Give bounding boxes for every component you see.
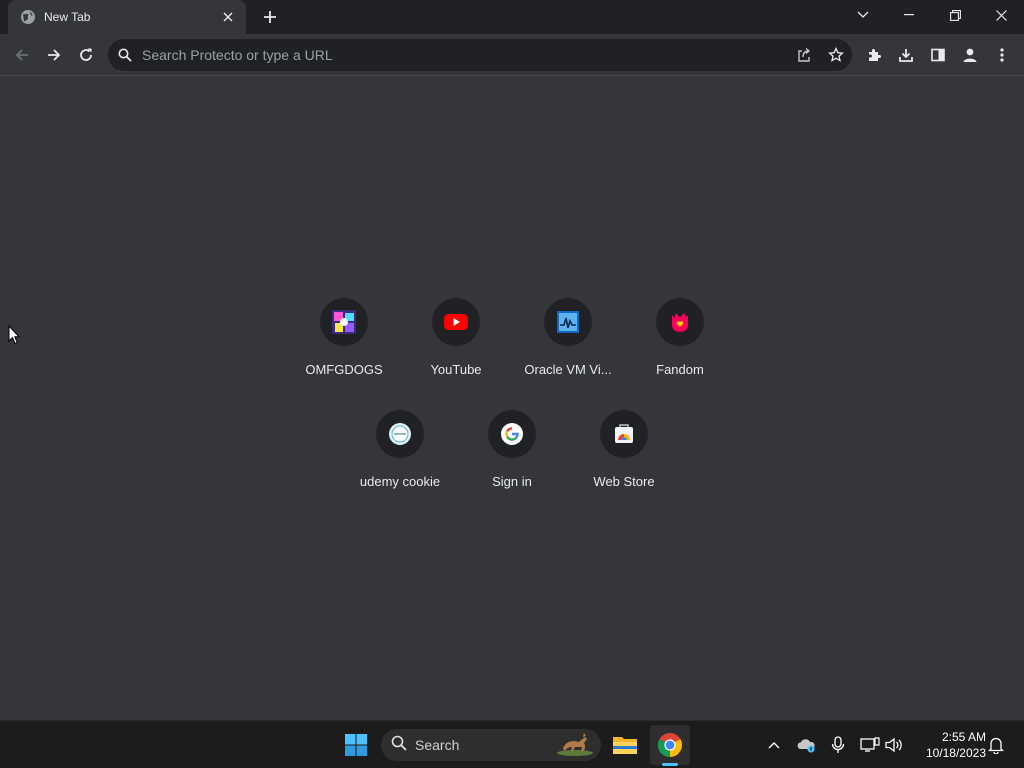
shortcut-title: OMFGDOGS (305, 362, 383, 377)
shortcut-title: Sign in (492, 474, 532, 489)
taskbar-search[interactable]: Search (381, 729, 601, 761)
reload-button[interactable] (70, 39, 102, 71)
bookmark-star-icon[interactable] (820, 39, 852, 71)
shortcut-oracle-vm-virtualbox[interactable]: Oracle VM Vi... (512, 290, 624, 402)
webstore-favicon (600, 410, 648, 458)
omfgdogs-favicon (320, 298, 368, 346)
system-clock[interactable]: 2:55 AM 10/18/2023 (914, 727, 986, 763)
shortcut-title: YouTube (430, 362, 482, 377)
youtube-favicon (432, 298, 480, 346)
menu-kebab-icon[interactable] (986, 39, 1018, 71)
network-icon[interactable] (858, 733, 882, 757)
notification-bell-icon[interactable] (984, 733, 1008, 757)
shortcut-sign-in[interactable]: Sign in (456, 402, 568, 514)
tab-title: New Tab (44, 10, 91, 24)
back-button[interactable] (6, 39, 38, 71)
minimize-button[interactable] (886, 0, 932, 30)
address-bar[interactable] (108, 39, 852, 71)
search-icon (391, 735, 407, 756)
extensions-button[interactable] (858, 39, 890, 71)
shortcut-title: udemy cookie (359, 474, 441, 489)
start-button[interactable] (336, 725, 376, 765)
downloads-button[interactable] (890, 39, 922, 71)
tab-new-tab[interactable]: New Tab (8, 0, 246, 34)
shortcuts-row: OMFGDOGS YouTube Oracle VM Vi... Fandom (288, 290, 736, 402)
address-input[interactable] (142, 39, 788, 71)
side-panel-button[interactable] (922, 39, 954, 71)
shortcuts-grid: OMFGDOGS YouTube Oracle VM Vi... Fandom (288, 290, 736, 514)
tab-close-icon[interactable] (218, 7, 238, 27)
forward-button[interactable] (38, 39, 70, 71)
microphone-icon[interactable] (826, 733, 850, 757)
shortcuts-row: udemy cookie Sign in Web Store (288, 402, 736, 514)
mouse-cursor-icon (8, 324, 21, 345)
fandom-favicon (656, 298, 704, 346)
title-bar: New Tab (0, 0, 1024, 34)
close-window-button[interactable] (978, 0, 1024, 30)
shortcut-title: Oracle VM Vi... (524, 362, 612, 377)
google-favicon (488, 410, 536, 458)
shortcut-youtube[interactable]: YouTube (400, 290, 512, 402)
search-icon (108, 39, 142, 71)
new-tab-button[interactable] (256, 5, 284, 29)
shortcut-title: Fandom (656, 362, 704, 377)
shortcut-web-store[interactable]: Web Store (568, 402, 680, 514)
clock-date: 10/18/2023 (925, 746, 986, 760)
search-highlight-image (555, 729, 595, 762)
clock-time: 2:55 AM (941, 730, 986, 744)
tab-search-button[interactable] (840, 0, 886, 30)
shortcut-omfgdogs[interactable]: OMFGDOGS (288, 290, 400, 402)
restore-button[interactable] (932, 0, 978, 30)
shortcut-title: Web Store (593, 474, 655, 489)
profile-button[interactable] (954, 39, 986, 71)
shortcut-fandom[interactable]: Fandom (624, 290, 736, 402)
active-app-indicator (662, 763, 678, 766)
shortcut-udemy-cookie[interactable]: udemy cookie (344, 402, 456, 514)
chrome-taskbar-button[interactable] (650, 725, 690, 765)
globe-icon (20, 9, 36, 25)
file-explorer-button[interactable] (605, 725, 645, 765)
show-hidden-icons-chevron-icon[interactable] (762, 733, 786, 757)
share-icon[interactable] (788, 39, 820, 71)
volume-icon[interactable] (882, 733, 906, 757)
udemy-favicon (376, 410, 424, 458)
virtualbox-favicon (544, 298, 592, 346)
browser-toolbar (0, 34, 1024, 76)
onedrive-icon[interactable] (794, 733, 818, 757)
taskbar: Search 2:55 AM 10/18/2023 (0, 720, 1024, 768)
taskbar-search-label: Search (415, 737, 460, 753)
